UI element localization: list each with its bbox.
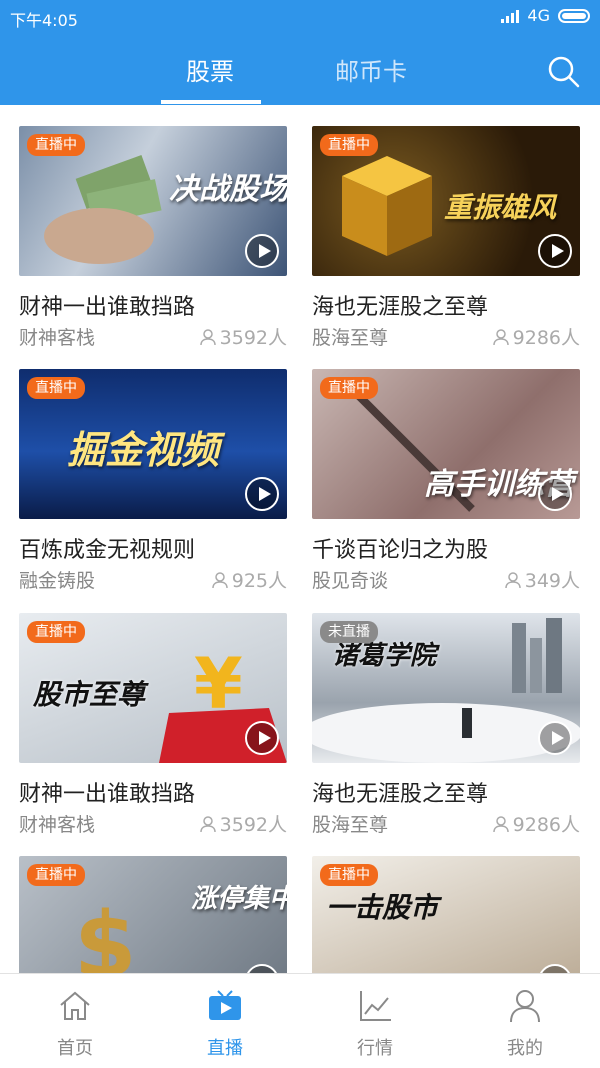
live-card[interactable]: $ 涨停集中 直播中: [19, 856, 287, 973]
svg-text:¥: ¥: [194, 643, 243, 725]
card-thumbnail: 决战股场 直播中: [19, 126, 287, 276]
status-bar: 下午4:05 4G: [0, 0, 600, 34]
card-thumbnail: 掘金视频 直播中: [19, 369, 287, 519]
card-title: 海也无涯股之至尊: [312, 295, 489, 320]
host-name: 股海至尊: [312, 814, 389, 836]
thumbnail-caption: 掘金视频: [67, 428, 220, 472]
card-title: 财神一出谁敢挡路: [19, 295, 196, 320]
svg-text:$: $: [74, 893, 137, 973]
host-name: 融金铸股: [19, 570, 96, 592]
person-icon: [199, 328, 216, 345]
thumbnail-caption: 一击股市: [326, 891, 439, 924]
active-tab-indicator: [161, 100, 261, 104]
viewer-count-text: 925人: [231, 570, 287, 592]
card-thumbnail: 重振雄风 直播中: [312, 126, 580, 276]
live-card[interactable]: 一击股市 直播中: [312, 856, 580, 973]
tab-stamps-coins-cards[interactable]: 邮币卡: [335, 52, 407, 87]
card-title: 海也无涯股之至尊: [312, 782, 489, 807]
thumbnail-caption: 股市至尊: [33, 678, 146, 711]
tv-icon: [209, 990, 241, 1020]
nav-live[interactable]: 直播: [150, 974, 300, 1068]
bottom-navigation: 首页 直播 行情 我的: [0, 973, 600, 1068]
live-badge: 直播中: [27, 134, 85, 156]
thumbnail-caption: 涨停集中: [191, 884, 287, 914]
viewer-count-text: 9286人: [512, 814, 580, 836]
nav-market[interactable]: 行情: [300, 974, 450, 1068]
thumbnail-caption: 重振雄风: [444, 191, 557, 224]
status-indicators: 4G: [501, 6, 590, 25]
card-title: 千谈百论归之为股: [312, 538, 489, 563]
play-icon[interactable]: [245, 234, 279, 268]
card-title: 百炼成金无视规则: [19, 538, 196, 563]
person-icon: [492, 815, 509, 832]
host-name: 股海至尊: [312, 327, 389, 349]
card-thumbnail: 诸葛学院 未直播: [312, 613, 580, 763]
card-title: 财神一出谁敢挡路: [19, 782, 196, 807]
live-badge: 直播中: [320, 864, 378, 886]
live-room-grid: 决战股场 直播中 财神一出谁敢挡路 财神客栈 3592人 重振雄风 直播中 海也…: [0, 105, 600, 973]
viewer-count: 349人: [503, 566, 580, 593]
tab-bar: 股票 邮币卡: [0, 34, 600, 105]
person-icon: [211, 571, 228, 588]
home-icon: [60, 991, 90, 1020]
viewer-count: 3592人: [198, 810, 287, 837]
live-card[interactable]: 掘金视频 直播中 百炼成金无视规则 融金铸股 925人: [19, 369, 287, 609]
nav-label: 直播: [207, 1038, 243, 1059]
nav-label: 首页: [57, 1038, 93, 1059]
live-card[interactable]: 高手训练营 直播中 千谈百论归之为股 股见奇谈 349人: [312, 369, 580, 609]
thumbnail-caption: 决战股场: [169, 172, 287, 207]
live-card[interactable]: 决战股场 直播中 财神一出谁敢挡路 财神客栈 3592人: [19, 126, 287, 366]
nav-home[interactable]: 首页: [0, 974, 150, 1068]
tab-stocks[interactable]: 股票: [186, 52, 234, 87]
viewer-count-text: 9286人: [512, 327, 580, 349]
viewer-count-text: 349人: [524, 570, 580, 592]
user-icon: [510, 990, 540, 1023]
viewer-count: 925人: [210, 566, 287, 593]
play-icon[interactable]: [538, 721, 572, 755]
host-name: 股见奇谈: [312, 570, 389, 592]
search-icon[interactable]: [546, 54, 580, 88]
play-icon[interactable]: [245, 477, 279, 511]
play-icon[interactable]: [538, 477, 572, 511]
signal-icon: [501, 9, 520, 23]
viewer-count-text: 3592人: [219, 327, 287, 349]
live-badge: 直播中: [320, 377, 378, 399]
live-card[interactable]: 重振雄风 直播中 海也无涯股之至尊 股海至尊 9286人: [312, 126, 580, 366]
live-card[interactable]: 诸葛学院 未直播 海也无涯股之至尊 股海至尊 9286人: [312, 613, 580, 853]
person-icon: [504, 571, 521, 588]
play-icon[interactable]: [245, 721, 279, 755]
live-badge: 直播中: [27, 621, 85, 643]
chart-icon: [360, 991, 391, 1021]
person-icon: [199, 815, 216, 832]
nav-label: 行情: [357, 1038, 393, 1059]
host-name: 财神客栈: [19, 814, 96, 836]
card-thumbnail: ¥ 股市至尊 直播中: [19, 613, 287, 763]
top-bar: 下午4:05 4G 股票 邮币卡: [0, 0, 600, 105]
network-type: 4G: [527, 6, 550, 25]
card-thumbnail: 高手训练营 直播中: [312, 369, 580, 519]
play-icon[interactable]: [538, 234, 572, 268]
viewer-count-text: 3592人: [219, 814, 287, 836]
viewer-count: 9286人: [491, 810, 580, 837]
nav-label: 我的: [507, 1038, 543, 1059]
offline-badge: 未直播: [320, 621, 378, 643]
battery-icon: [558, 8, 590, 23]
live-badge: 直播中: [27, 864, 85, 886]
card-thumbnail: 一击股市 直播中: [312, 856, 580, 973]
viewer-count: 3592人: [198, 323, 287, 350]
live-badge: 直播中: [27, 377, 85, 399]
person-icon: [492, 328, 509, 345]
nav-me[interactable]: 我的: [450, 974, 600, 1068]
viewer-count: 9286人: [491, 323, 580, 350]
status-time: 下午4:05: [10, 11, 78, 30]
host-name: 财神客栈: [19, 327, 96, 349]
live-badge: 直播中: [320, 134, 378, 156]
live-card[interactable]: ¥ 股市至尊 直播中 财神一出谁敢挡路 财神客栈 3592人: [19, 613, 287, 853]
card-thumbnail: $ 涨停集中 直播中: [19, 856, 287, 973]
